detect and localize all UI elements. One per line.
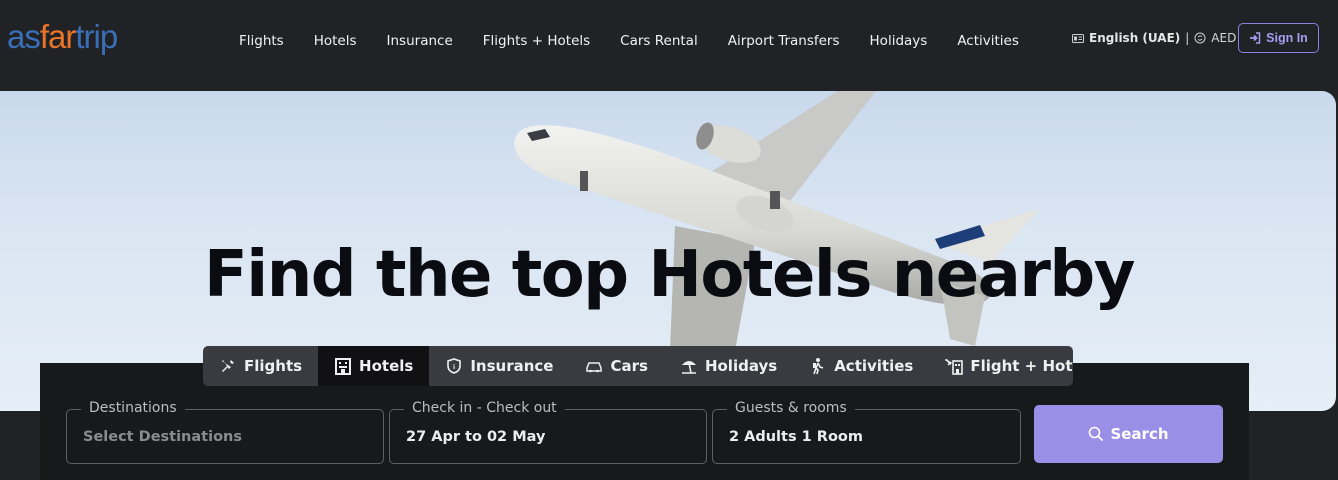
search-label: Search: [1110, 425, 1169, 443]
locale-separator: |: [1185, 31, 1190, 45]
beach-icon: [681, 361, 696, 374]
guests-value: 2 Adults 1 Room: [729, 429, 863, 445]
main-nav: Flights Hotels Insurance Flights + Hotel…: [224, 30, 1034, 52]
hiker-icon: [813, 358, 824, 375]
nav-airport-transfers[interactable]: Airport Transfers: [713, 33, 855, 49]
site-header: asfartrip Flights Hotels Insurance Fligh…: [0, 0, 1338, 82]
nav-hotels[interactable]: Hotels: [299, 33, 372, 49]
search-icon: [1089, 426, 1104, 442]
search-button[interactable]: Search: [1034, 405, 1223, 463]
plane-hotel-icon: [945, 359, 964, 375]
nav-flights-hotels[interactable]: Flights + Hotels: [468, 33, 605, 49]
logo-part-far: far: [39, 18, 77, 55]
tab-hotels[interactable]: Hotels: [318, 346, 430, 386]
tab-label: Flights: [244, 357, 303, 375]
dates-field[interactable]: Check in - Check out 27 Apr to 02 May: [389, 400, 707, 464]
sign-in-icon: [1250, 32, 1261, 44]
nav-holidays[interactable]: Holidays: [855, 33, 943, 49]
hero-title: Find the top Hotels nearby: [204, 238, 1135, 312]
tab-insurance[interactable]: i Insurance: [429, 346, 569, 386]
guests-legend: Guests & rooms: [727, 400, 855, 416]
sign-in-label: Sign In: [1266, 31, 1308, 45]
currency-icon: [1194, 32, 1206, 44]
tab-label: Cars: [610, 357, 648, 375]
hotel-icon: [335, 358, 352, 375]
language-label: English (UAE): [1089, 31, 1181, 45]
shield-icon: i: [447, 358, 462, 374]
tab-label: Holidays: [704, 357, 778, 375]
guests-field[interactable]: Guests & rooms 2 Adults 1 Room: [712, 400, 1021, 464]
language-icon: [1072, 33, 1084, 43]
nav-activities[interactable]: Activities: [942, 33, 1034, 49]
logo-part-trip: trip: [75, 18, 118, 55]
tab-flights[interactable]: Flights: [203, 346, 318, 386]
currency-label: AED: [1211, 31, 1237, 45]
destinations-legend: Destinations: [81, 400, 185, 416]
tab-holidays[interactable]: Holidays: [664, 346, 793, 386]
tab-label: Hotels: [359, 357, 414, 375]
svg-text:i: i: [453, 364, 455, 371]
tab-label: Insurance: [470, 357, 554, 375]
nav-cars-rental[interactable]: Cars Rental: [605, 33, 713, 49]
destinations-field[interactable]: Destinations Select Destinations: [66, 400, 384, 464]
dates-legend: Check in - Check out: [404, 400, 565, 416]
search-tabs: Flights Hotels i Insurance Cars Holidays…: [203, 346, 1073, 386]
locale-selector[interactable]: English (UAE) | AED: [1072, 30, 1236, 46]
tab-cars[interactable]: Cars: [569, 346, 663, 386]
tab-flight-hotel[interactable]: Flight + Hotel: [929, 346, 1073, 386]
car-icon: [586, 362, 603, 373]
tab-activities[interactable]: Activities: [793, 346, 929, 386]
destinations-placeholder: Select Destinations: [83, 429, 242, 445]
asfartrip-logo[interactable]: asfartrip: [7, 18, 118, 55]
logo-part-as: as: [7, 18, 41, 55]
sign-in-button[interactable]: Sign In: [1238, 23, 1319, 53]
nav-insurance[interactable]: Insurance: [372, 33, 468, 49]
tab-label: Activities: [834, 357, 914, 375]
nav-flights[interactable]: Flights: [224, 33, 299, 49]
plane-icon: [222, 360, 234, 372]
tab-label: Flight + Hotel: [970, 357, 1073, 375]
dates-value: 27 Apr to 02 May: [406, 429, 546, 445]
